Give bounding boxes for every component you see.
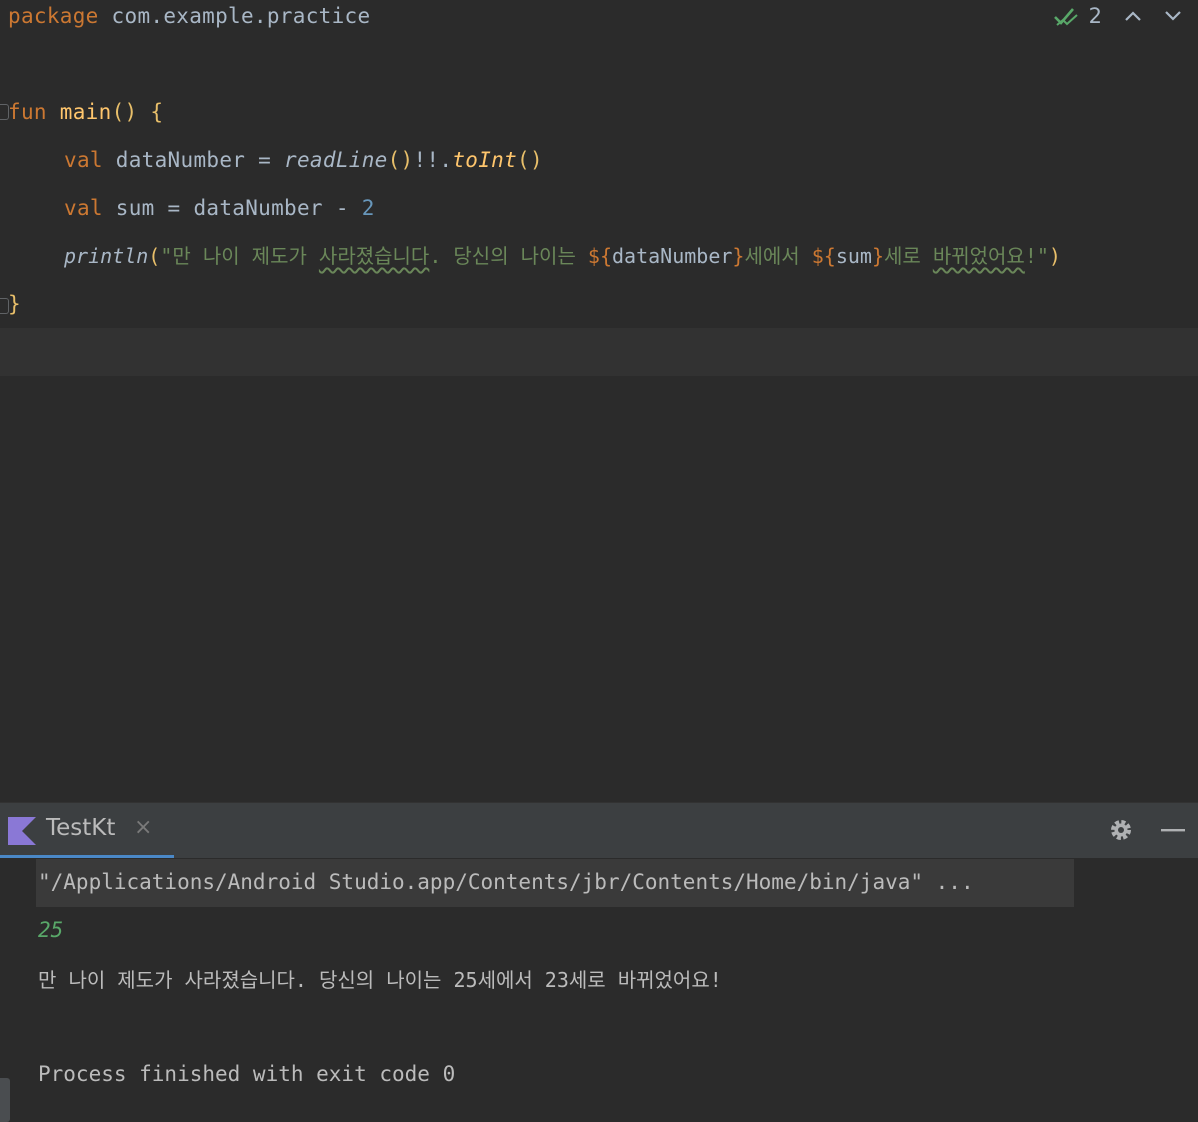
console-command[interactable]: "/Applications/Android Studio.app/Conten…	[38, 870, 974, 894]
panel-actions	[1108, 817, 1186, 847]
console-result: 만 나이 제도가 사라졌습니다. 당신의 나이는 25세에서 23세로 바뀌었어…	[38, 968, 722, 992]
code-line-package[interactable]: package com.example.practice	[8, 0, 370, 48]
tab-label: TestKt	[46, 815, 116, 841]
minimize-icon[interactable]	[1160, 817, 1186, 847]
console-output[interactable]: "/Applications/Android Studio.app/Conten…	[18, 858, 1198, 1110]
tab-testkt[interactable]: TestKt ×	[0, 803, 174, 859]
kotlin-icon	[8, 817, 36, 851]
inspection-widget[interactable]: 2	[1053, 4, 1182, 28]
code-line-fun-main[interactable]: fun main() {	[8, 96, 163, 144]
check-double-icon	[1053, 5, 1079, 27]
current-line-highlight	[0, 328, 1198, 376]
code-line-val-datanumber[interactable]: val dataNumber = readLine()!!.toInt()	[64, 144, 543, 192]
console-exit-message: Process finished with exit code 0	[38, 1062, 456, 1086]
run-side-toolbar	[0, 858, 19, 1122]
code-line-close-brace[interactable]: }	[8, 288, 21, 336]
console-input: 25	[38, 918, 64, 942]
close-icon[interactable]: ×	[134, 815, 152, 840]
gear-icon[interactable]	[1108, 817, 1134, 847]
side-toolbar-button[interactable]	[0, 1078, 10, 1122]
chevron-up-icon[interactable]	[1124, 10, 1142, 22]
code-line-println[interactable]: println("만 나이 제도가 사라졌습니다. 당신의 나이는 ${data…	[64, 240, 1061, 288]
inspection-count: 2	[1088, 4, 1102, 28]
code-line-val-sum[interactable]: val sum = dataNumber - 2	[64, 192, 375, 240]
run-panel-header: TestKt ×	[0, 802, 1198, 859]
chevron-down-icon[interactable]	[1164, 10, 1182, 22]
run-tool-window: TestKt × "/Applications/Android Studio.a…	[0, 802, 1198, 1122]
code-editor[interactable]: 2 package com.example.practice fun main(…	[0, 0, 1198, 802]
